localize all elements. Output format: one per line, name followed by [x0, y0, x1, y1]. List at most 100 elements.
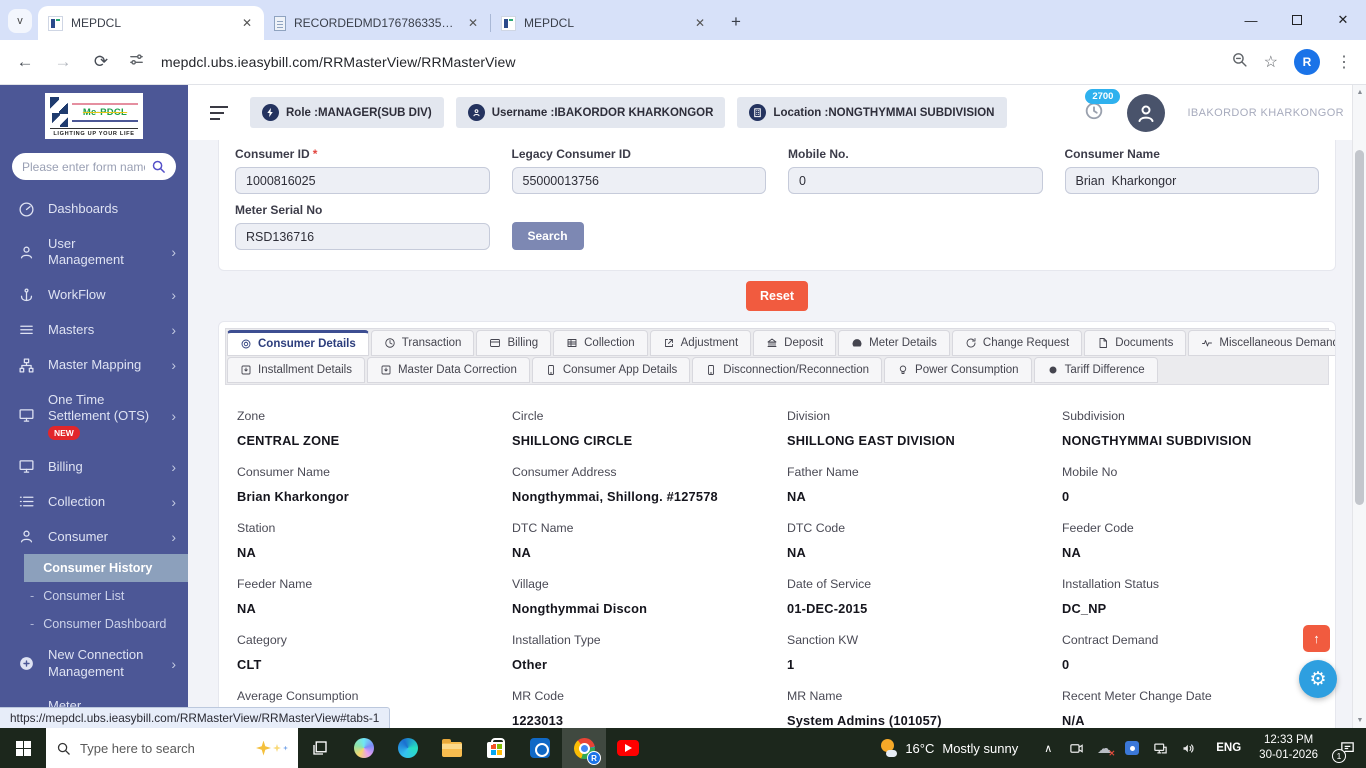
tab-meter-details[interactable]: Meter Details — [838, 330, 950, 356]
tab-installment-details[interactable]: Installment Details — [227, 357, 365, 383]
consumer-tabs-card: Consumer Details Transaction Billing Collec… — [218, 321, 1336, 728]
tab-close-icon[interactable]: ✕ — [238, 14, 256, 32]
tab-transaction[interactable]: Transaction — [370, 330, 475, 356]
sidebar-item-consumer-dashboard[interactable]: - Consumer Dashboard — [24, 610, 188, 638]
start-button[interactable] — [0, 728, 46, 768]
sidebar-item-workflow[interactable]: WorkFlow › — [0, 278, 188, 313]
tab-adjustment[interactable]: Adjustment — [649, 330, 752, 356]
tab-master-data-correction[interactable]: Master Data Correction — [366, 357, 530, 383]
tab-consumer-details[interactable]: Consumer Details — [227, 330, 369, 356]
tab-change-request[interactable]: Change Request — [951, 330, 1083, 356]
detail-label: Consumer Name — [237, 465, 330, 479]
tab-billing[interactable]: Billing — [476, 330, 552, 356]
phone-icon — [545, 364, 557, 376]
sidebar-item-collection[interactable]: Collection › — [0, 484, 188, 519]
settings-fab[interactable]: ⚙ — [1299, 660, 1337, 698]
input-consumer-name[interactable] — [1064, 167, 1319, 194]
edge-app-button[interactable] — [386, 728, 430, 768]
file-explorer-button[interactable] — [430, 728, 474, 768]
hamburger-menu-icon[interactable] — [210, 105, 230, 120]
scrollbar-down-arrow[interactable]: ▼ — [1353, 717, 1366, 724]
forward-button[interactable]: → — [52, 52, 74, 72]
taskbar-clock[interactable]: 12:33 PM 30-01-2026 — [1259, 733, 1318, 763]
tab-deposit[interactable]: Deposit — [753, 330, 837, 356]
store-app-button[interactable] — [474, 728, 518, 768]
language-indicator[interactable]: ENG — [1216, 742, 1241, 754]
browser-tab-2[interactable]: RECORDEDMD1767863358560 ✕ — [264, 6, 490, 40]
role-badge[interactable]: Role :MANAGER(SUB DIV) — [250, 97, 444, 128]
tab-miscellaneous-demand[interactable]: Miscellaneous Demand — [1188, 330, 1335, 356]
teams-icon[interactable] — [1124, 740, 1140, 756]
site-info-icon[interactable] — [128, 51, 145, 73]
meter-serial-input[interactable] — [235, 223, 490, 250]
tab-consumer-app-details[interactable]: Consumer App Details — [531, 357, 691, 383]
tray-chevron-icon[interactable]: ∧ — [1040, 740, 1056, 756]
meet-now-icon[interactable] — [1068, 740, 1084, 756]
tab-power-consumption[interactable]: Power Consumption — [884, 357, 1032, 383]
notification-clock-icon[interactable]: 2700 — [1083, 89, 1121, 126]
tab-tariff-difference[interactable]: Tariff Difference — [1033, 357, 1158, 383]
sidebar-item-billing[interactable]: Billing › — [0, 449, 188, 484]
outlook-app-button[interactable] — [518, 728, 562, 768]
sidebar-item-masters[interactable]: Masters › — [0, 313, 188, 348]
address-bar[interactable]: mepdcl.ubs.ieasybill.com/RRMasterView/RR… — [161, 54, 1215, 70]
browser-tab-1[interactable]: MEPDCL ✕ — [38, 6, 264, 40]
input-mobile-no[interactable] — [788, 167, 1043, 194]
tab-search-button[interactable]: v — [8, 9, 32, 33]
user-avatar[interactable] — [1127, 93, 1166, 132]
sitemap-icon — [18, 357, 35, 374]
new-tab-button[interactable]: + — [723, 9, 749, 35]
sidebar-item-master-mapping[interactable]: Master Mapping › — [0, 348, 188, 383]
maximize-button[interactable] — [1274, 0, 1320, 40]
volume-icon[interactable] — [1180, 740, 1196, 756]
action-center-button[interactable]: 1 — [1328, 728, 1366, 768]
sidebar-search-input[interactable] — [22, 159, 145, 174]
sidebar-item-user-management[interactable]: User Management › — [0, 227, 188, 278]
task-view-button[interactable] — [298, 728, 342, 768]
username-badge[interactable]: Username :IBAKORDOR KHARKONGOR — [455, 97, 726, 128]
detail-label: MR Code — [512, 689, 564, 703]
close-window-button[interactable]: ✕ — [1320, 0, 1366, 40]
scrollbar-thumb[interactable] — [1355, 150, 1364, 505]
taskbar-search-box[interactable]: Type here to search — [46, 728, 298, 768]
search-icon[interactable] — [151, 159, 166, 174]
page-scrollbar[interactable]: ▲ ▼ — [1352, 85, 1366, 728]
scroll-to-top-button[interactable]: ↑ — [1303, 625, 1330, 652]
detail-value: N/A — [1062, 713, 1085, 728]
location-badge[interactable]: Location :NONGTHYMMAI SUBDIVISION — [737, 97, 1007, 128]
network-icon[interactable] — [1152, 740, 1168, 756]
browser-profile-avatar[interactable]: R — [1294, 49, 1320, 75]
youtube-app-button[interactable] — [606, 728, 650, 768]
tab-collection[interactable]: Collection — [553, 330, 648, 356]
reload-button[interactable]: ⟳ — [90, 52, 112, 72]
zoom-icon[interactable] — [1231, 51, 1248, 73]
detail-dtc-name: DTC Name NA — [512, 521, 767, 560]
tab-close-icon[interactable]: ✕ — [691, 14, 709, 32]
browser-tab-3[interactable]: MEPDCL ✕ — [491, 6, 717, 40]
browser-menu-icon[interactable]: ⋮ — [1336, 52, 1352, 72]
input-consumer-id[interactable] — [235, 167, 490, 194]
scrollbar-up-arrow[interactable]: ▲ — [1353, 89, 1366, 96]
tab-disconnection-reconnection[interactable]: Disconnection/Reconnection — [692, 357, 883, 383]
back-button[interactable]: ← — [14, 52, 36, 72]
onedrive-paused-icon[interactable]: ☁ ✕ — [1096, 740, 1115, 758]
tab-title: RECORDEDMD1767863358560 — [294, 16, 456, 30]
sidebar-item-one-time-settlement-ots[interactable]: One Time Settlement (OTS) NEW › — [0, 383, 188, 450]
sidebar-item-dashboards[interactable]: Dashboards — [0, 192, 188, 227]
reset-button[interactable]: Reset — [745, 281, 809, 311]
weather-widget[interactable]: 16°C Mostly sunny — [869, 739, 1028, 757]
search-button[interactable]: Search — [511, 222, 584, 250]
chrome-app-button[interactable]: R — [562, 728, 606, 768]
sidebar-item-consumer[interactable]: Consumer › — [0, 519, 188, 554]
tab-documents[interactable]: Documents — [1084, 330, 1187, 356]
sidebar-item-new-connection-management[interactable]: New Connection Management › — [0, 638, 188, 689]
minimize-button[interactable]: — — [1228, 0, 1274, 40]
sidebar-item-consumer-history[interactable]: -Consumer History — [24, 554, 188, 583]
input-legacy-consumer-id[interactable] — [511, 167, 766, 194]
detail-value: System Admins (101057) — [787, 713, 942, 728]
tab-close-icon[interactable]: ✕ — [464, 14, 482, 32]
copilot-app-button[interactable] — [342, 728, 386, 768]
sidebar-item-consumer-list[interactable]: - Consumer List — [24, 582, 188, 610]
bookmark-star-icon[interactable]: ☆ — [1264, 52, 1278, 72]
chevron-right-icon: › — [171, 244, 176, 261]
